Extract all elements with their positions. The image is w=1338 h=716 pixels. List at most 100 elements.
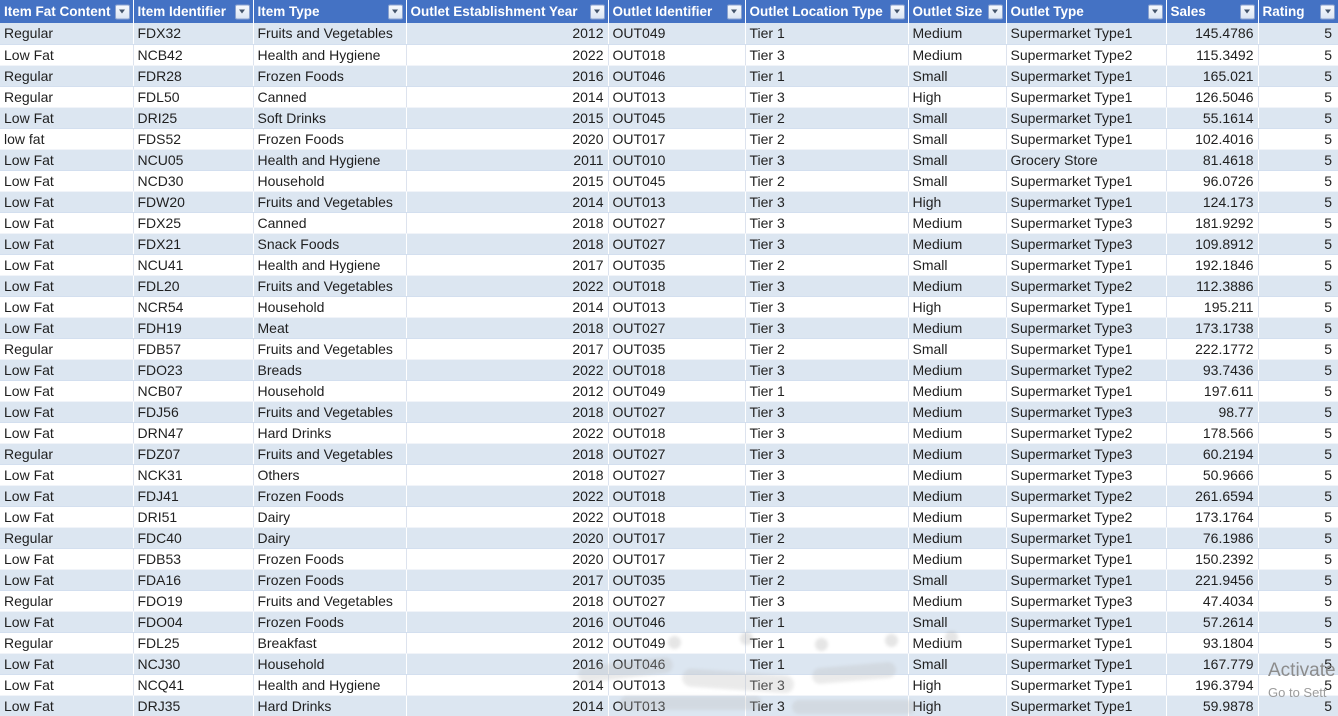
- cell[interactable]: High: [908, 674, 1007, 696]
- cell[interactable]: 93.7436: [1166, 359, 1259, 381]
- cell[interactable]: High: [908, 86, 1007, 108]
- cell[interactable]: OUT013: [608, 674, 746, 696]
- cell[interactable]: 2020: [406, 128, 609, 150]
- cell[interactable]: Small: [908, 65, 1007, 87]
- cell[interactable]: Small: [908, 149, 1007, 171]
- cell[interactable]: FDL25: [133, 632, 254, 654]
- cell[interactable]: DRI51: [133, 506, 254, 528]
- cell[interactable]: 2017: [406, 569, 609, 591]
- cell[interactable]: OUT027: [608, 464, 746, 486]
- cell[interactable]: 5: [1258, 338, 1338, 360]
- cell[interactable]: 93.1804: [1166, 632, 1259, 654]
- cell[interactable]: 2012: [406, 632, 609, 654]
- cell[interactable]: Small: [908, 170, 1007, 192]
- cell[interactable]: Low Fat: [0, 296, 134, 318]
- cell[interactable]: 126.5046: [1166, 86, 1259, 108]
- cell[interactable]: FDA16: [133, 569, 254, 591]
- cell[interactable]: 2018: [406, 401, 609, 423]
- cell[interactable]: 165.021: [1166, 65, 1259, 87]
- cell[interactable]: 2018: [406, 590, 609, 612]
- cell[interactable]: Tier 2: [745, 170, 909, 192]
- cell[interactable]: 2018: [406, 317, 609, 339]
- cell[interactable]: FDL50: [133, 86, 254, 108]
- cell[interactable]: 2014: [406, 695, 609, 716]
- cell[interactable]: Supermarket Type3: [1006, 464, 1167, 486]
- cell[interactable]: Medium: [908, 275, 1007, 297]
- cell[interactable]: Tier 2: [745, 569, 909, 591]
- cell[interactable]: Tier 3: [745, 401, 909, 423]
- cell[interactable]: Regular: [0, 23, 134, 45]
- cell[interactable]: FDW20: [133, 191, 254, 213]
- cell[interactable]: 57.2614: [1166, 611, 1259, 633]
- cell[interactable]: 5: [1258, 296, 1338, 318]
- cell[interactable]: 2014: [406, 674, 609, 696]
- cell[interactable]: OUT027: [608, 233, 746, 255]
- cell[interactable]: 197.611: [1166, 380, 1259, 402]
- cell[interactable]: Tier 1: [745, 632, 909, 654]
- cell[interactable]: Tier 3: [745, 191, 909, 213]
- cell[interactable]: Tier 3: [745, 86, 909, 108]
- filter-dropdown-icon[interactable]: [987, 4, 1003, 19]
- cell[interactable]: OUT013: [608, 86, 746, 108]
- cell[interactable]: OUT027: [608, 590, 746, 612]
- filter-dropdown-icon[interactable]: [234, 4, 250, 19]
- cell[interactable]: 5: [1258, 317, 1338, 339]
- cell[interactable]: NCB07: [133, 380, 254, 402]
- cell[interactable]: Supermarket Type1: [1006, 527, 1167, 549]
- cell[interactable]: Medium: [908, 632, 1007, 654]
- cell[interactable]: 261.6594: [1166, 485, 1259, 507]
- cell[interactable]: Supermarket Type1: [1006, 65, 1167, 87]
- cell[interactable]: Hard Drinks: [253, 422, 407, 444]
- cell[interactable]: OUT017: [608, 548, 746, 570]
- cell[interactable]: Low Fat: [0, 380, 134, 402]
- cell[interactable]: OUT013: [608, 695, 746, 716]
- cell[interactable]: Supermarket Type3: [1006, 233, 1167, 255]
- cell[interactable]: Household: [253, 170, 407, 192]
- cell[interactable]: Tier 2: [745, 527, 909, 549]
- cell[interactable]: 2022: [406, 44, 609, 66]
- cell[interactable]: Low Fat: [0, 485, 134, 507]
- cell[interactable]: Tier 3: [745, 296, 909, 318]
- column-header-outlet-identifier[interactable]: Outlet Identifier: [607, 0, 745, 23]
- cell[interactable]: Tier 3: [745, 674, 909, 696]
- cell[interactable]: 5: [1258, 23, 1338, 45]
- cell[interactable]: Fruits and Vegetables: [253, 590, 407, 612]
- cell[interactable]: Medium: [908, 401, 1007, 423]
- cell[interactable]: 5: [1258, 107, 1338, 129]
- cell[interactable]: Tier 1: [745, 653, 909, 675]
- cell[interactable]: 5: [1258, 212, 1338, 234]
- cell[interactable]: 96.0726: [1166, 170, 1259, 192]
- cell[interactable]: Tier 3: [745, 317, 909, 339]
- cell[interactable]: Supermarket Type1: [1006, 254, 1167, 276]
- cell[interactable]: OUT046: [608, 653, 746, 675]
- cell[interactable]: NCU05: [133, 149, 254, 171]
- cell[interactable]: 5: [1258, 422, 1338, 444]
- cell[interactable]: Tier 2: [745, 254, 909, 276]
- cell[interactable]: Low Fat: [0, 254, 134, 276]
- cell[interactable]: Supermarket Type1: [1006, 338, 1167, 360]
- cell[interactable]: Medium: [908, 485, 1007, 507]
- cell[interactable]: Supermarket Type1: [1006, 569, 1167, 591]
- cell[interactable]: Low Fat: [0, 44, 134, 66]
- cell[interactable]: 2020: [406, 548, 609, 570]
- cell[interactable]: OUT045: [608, 107, 746, 129]
- column-header-outlet-type[interactable]: Outlet Type: [1005, 0, 1166, 23]
- cell[interactable]: 181.9292: [1166, 212, 1259, 234]
- cell[interactable]: 2014: [406, 296, 609, 318]
- column-header-outlet-size[interactable]: Outlet Size: [907, 0, 1006, 23]
- cell[interactable]: 5: [1258, 485, 1338, 507]
- filter-dropdown-icon[interactable]: [1320, 4, 1335, 19]
- cell[interactable]: 5: [1258, 674, 1338, 696]
- filter-dropdown-icon[interactable]: [387, 4, 403, 19]
- cell[interactable]: 2016: [406, 611, 609, 633]
- cell[interactable]: 221.9456: [1166, 569, 1259, 591]
- cell[interactable]: NCR54: [133, 296, 254, 318]
- cell[interactable]: OUT018: [608, 422, 746, 444]
- cell[interactable]: Supermarket Type1: [1006, 107, 1167, 129]
- cell[interactable]: Supermarket Type1: [1006, 611, 1167, 633]
- cell[interactable]: Regular: [0, 590, 134, 612]
- cell[interactable]: 112.3886: [1166, 275, 1259, 297]
- cell[interactable]: Low Fat: [0, 317, 134, 339]
- cell[interactable]: Supermarket Type2: [1006, 506, 1167, 528]
- cell[interactable]: 59.9878: [1166, 695, 1259, 716]
